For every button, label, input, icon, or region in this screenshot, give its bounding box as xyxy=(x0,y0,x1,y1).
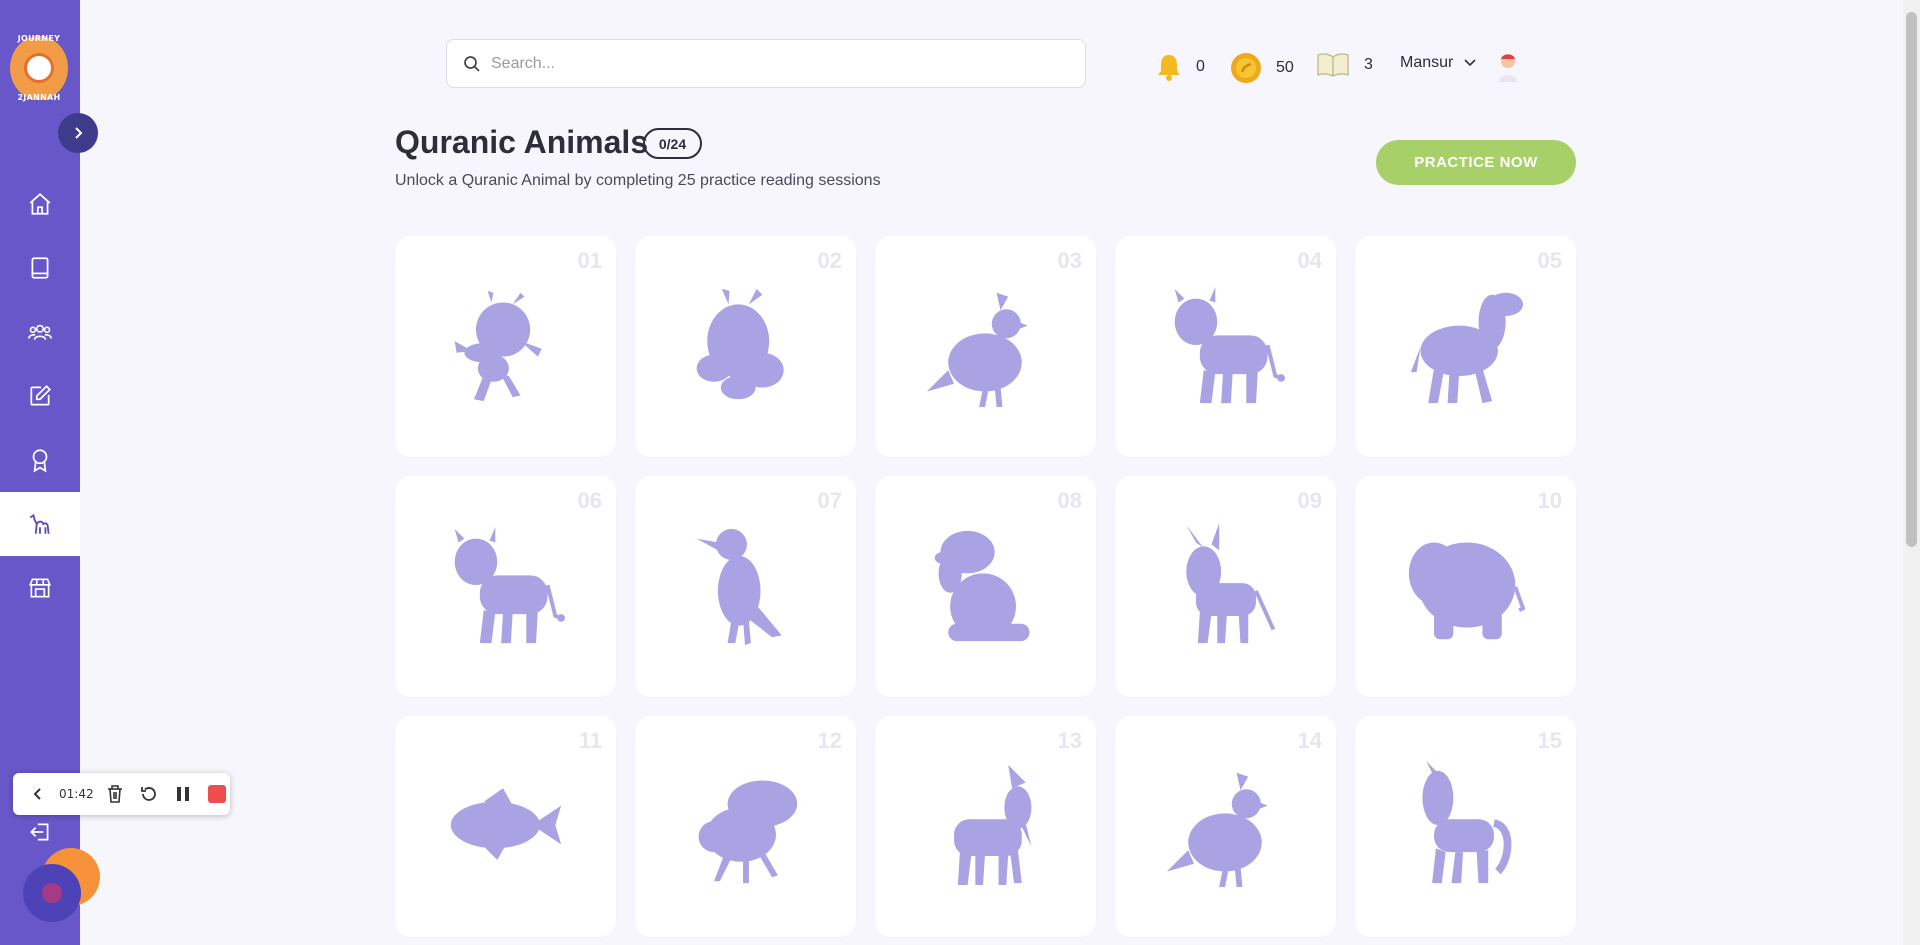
animal-card[interactable]: 15 xyxy=(1355,716,1576,937)
logout-icon xyxy=(30,823,49,841)
chevron-down-icon xyxy=(1464,59,1476,67)
animal-card[interactable]: 13 xyxy=(875,716,1096,937)
notifications-stat[interactable]: 0 xyxy=(1156,52,1205,82)
animal-card[interactable]: 06 xyxy=(395,476,616,697)
chevron-left-icon[interactable] xyxy=(25,781,51,807)
record-fab[interactable] xyxy=(23,864,81,922)
stop-recording-icon[interactable] xyxy=(204,781,230,807)
restart-icon[interactable] xyxy=(136,781,162,807)
animal-number: 02 xyxy=(817,248,842,273)
open-book-icon xyxy=(1317,53,1349,77)
sidebar-item-store[interactable] xyxy=(0,556,80,620)
bee-silhouette-icon xyxy=(696,288,784,400)
animal-number: 06 xyxy=(577,488,602,513)
animal-grid: 01 02 03 04 05 06 07 08 09 10 11 12 13 14 15 xyxy=(395,236,1576,937)
coins-count: 50 xyxy=(1276,59,1294,76)
bell-icon xyxy=(1158,55,1180,81)
cow-silhouette-icon xyxy=(454,526,565,644)
donkey-silhouette-icon xyxy=(1186,523,1276,644)
username: Mansur xyxy=(1400,54,1454,71)
recorder-timer: 01:42 xyxy=(59,787,94,801)
sidebar-item-book[interactable] xyxy=(0,236,80,300)
practice-now-button[interactable]: PRACTICE NOW xyxy=(1376,140,1576,185)
sidebar-item-home[interactable] xyxy=(0,172,80,236)
compass-icon xyxy=(24,53,54,83)
sidebar-item-animals[interactable] xyxy=(0,492,80,556)
animal-card[interactable]: 11 xyxy=(395,716,616,937)
logo-bottom-text: 2JANNAH xyxy=(17,93,61,102)
community-icon xyxy=(27,324,53,340)
camel-silhouette-icon xyxy=(1410,292,1524,404)
sidebar-item-community[interactable] xyxy=(0,300,80,364)
coin-icon xyxy=(1231,53,1261,83)
page-scrollbar[interactable] xyxy=(1903,0,1920,945)
notifications-count: 0 xyxy=(1196,58,1205,75)
animal-number: 11 xyxy=(578,728,602,753)
animal-number: 01 xyxy=(577,248,602,273)
animal-card[interactable]: 10 xyxy=(1355,476,1576,697)
animal-card[interactable]: 12 xyxy=(635,716,856,937)
animal-card[interactable]: 09 xyxy=(1115,476,1336,697)
app-logo[interactable]: JOURNEY 2JANNAH xyxy=(10,34,68,102)
animal-number: 10 xyxy=(1537,488,1562,513)
elephant-silhouette-icon xyxy=(1408,542,1525,640)
animal-number: 04 xyxy=(1297,248,1322,273)
animal-card[interactable]: 07 xyxy=(635,476,856,697)
goat-silhouette-icon xyxy=(954,765,1032,886)
horse-silhouette-icon xyxy=(1422,761,1512,884)
dog-silhouette-icon xyxy=(934,530,1030,642)
animal-number: 14 xyxy=(1297,728,1322,753)
sidebar-item-practice[interactable] xyxy=(0,364,80,428)
animal-number: 03 xyxy=(1057,248,1082,273)
books-count: 3 xyxy=(1364,56,1373,73)
sidebar-item-badges[interactable] xyxy=(0,428,80,492)
cow-silhouette-icon xyxy=(1174,286,1285,404)
screen-recorder-widget: 01:42 xyxy=(13,773,230,815)
animal-card[interactable]: 14 xyxy=(1115,716,1336,937)
quail-silhouette-icon xyxy=(926,292,1028,407)
record-dot-icon xyxy=(42,883,62,903)
page-subtitle: Unlock a Quranic Animal by completing 25… xyxy=(395,172,881,189)
fly-silhouette-icon xyxy=(698,780,798,884)
animal-number: 07 xyxy=(817,488,842,513)
award-icon xyxy=(32,449,48,473)
animal-card[interactable]: 05 xyxy=(1355,236,1576,457)
chevron-right-icon xyxy=(75,127,83,139)
animal-card[interactable]: 01 xyxy=(395,236,616,457)
ant-silhouette-icon xyxy=(454,290,542,402)
animal-number: 13 xyxy=(1057,728,1082,753)
pause-icon[interactable] xyxy=(170,781,196,807)
page-title: Quranic Animals xyxy=(395,124,649,160)
avatar[interactable] xyxy=(1496,52,1520,82)
camel-icon xyxy=(29,513,50,534)
edit-icon xyxy=(30,385,51,406)
progress-badge: 0/24 xyxy=(643,128,702,159)
crow-silhouette-icon xyxy=(696,528,782,646)
scrollbar-thumb[interactable] xyxy=(1906,12,1917,547)
home-icon xyxy=(29,193,51,215)
animal-card[interactable]: 03 xyxy=(875,236,1096,457)
trash-icon[interactable] xyxy=(102,781,128,807)
animal-number: 12 xyxy=(817,728,842,753)
animal-number: 05 xyxy=(1537,248,1562,273)
book-icon xyxy=(31,257,49,279)
search-bar[interactable] xyxy=(446,39,1086,88)
books-stat[interactable]: 3 xyxy=(1316,52,1373,78)
fish-silhouette-icon xyxy=(450,788,562,860)
animal-card[interactable]: 08 xyxy=(875,476,1096,697)
search-input[interactable] xyxy=(491,54,1051,73)
animal-card[interactable]: 04 xyxy=(1115,236,1336,457)
animal-number: 15 xyxy=(1537,728,1562,753)
animal-number: 09 xyxy=(1297,488,1322,513)
animal-number: 08 xyxy=(1057,488,1082,513)
sidebar-expand-button[interactable] xyxy=(58,113,98,153)
search-icon xyxy=(464,55,480,72)
store-icon xyxy=(29,578,51,598)
quail-silhouette-icon xyxy=(1166,772,1268,887)
logo-top-text: JOURNEY xyxy=(17,34,61,43)
coins-stat[interactable]: 50 xyxy=(1230,52,1294,84)
animal-card[interactable]: 02 xyxy=(635,236,856,457)
user-menu[interactable]: Mansur xyxy=(1400,54,1477,72)
